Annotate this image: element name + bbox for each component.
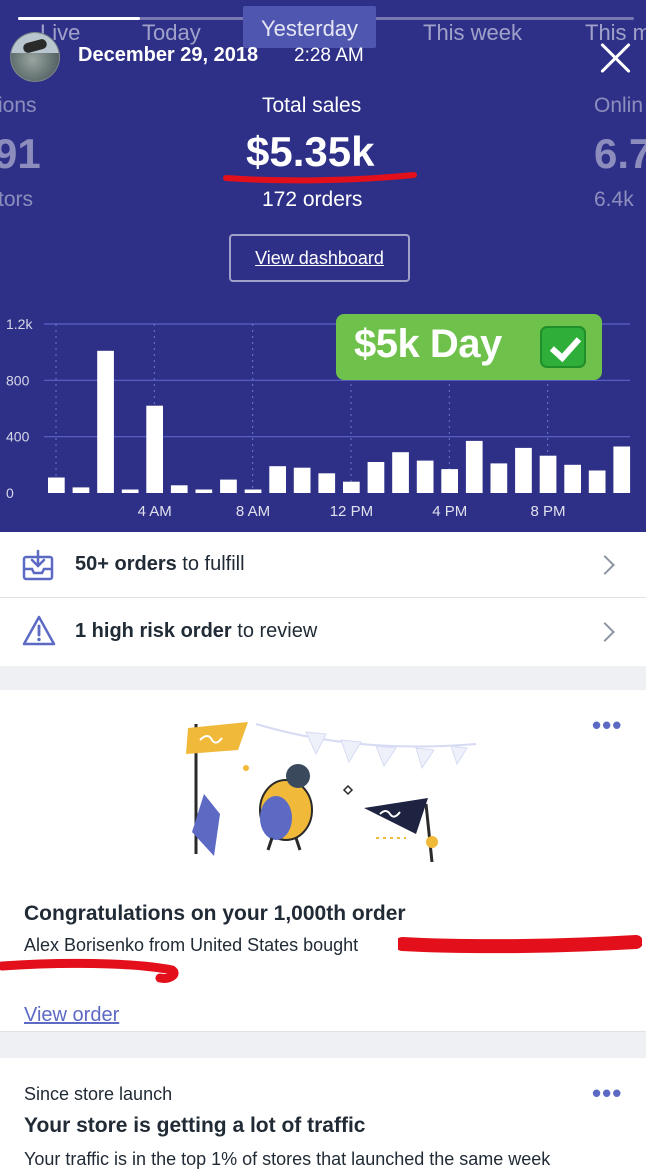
chart-bar <box>72 487 90 493</box>
total-sales-label: Total sales <box>262 94 362 117</box>
traffic-title: Your store is getting a lot of traffic <box>24 1114 366 1137</box>
red-redaction-mark <box>0 958 179 983</box>
total-sales-value: $5.35k <box>246 128 375 175</box>
chart-bar <box>588 470 606 493</box>
red-redaction-mark <box>398 935 642 954</box>
chart-x-tick-label: 8 PM <box>530 503 565 520</box>
warning-triangle-icon <box>22 615 56 646</box>
chart-y-tick-label: 400 <box>6 429 30 445</box>
chart-bar <box>539 455 557 493</box>
chart-y-tick-label: 800 <box>6 372 30 388</box>
left-metric-sub: tors <box>0 188 34 211</box>
right-metric-sub: 6.4k <box>594 188 634 211</box>
chart-bar <box>416 460 434 493</box>
total-sales-orders: 172 orders <box>262 188 363 211</box>
sales-header: Live Today Yesterday This week This m De… <box>0 0 646 532</box>
celebration-illustration <box>186 722 477 863</box>
chart-y-tick-label: 0 <box>6 485 14 501</box>
more-options-icon[interactable]: ••• <box>592 1080 622 1106</box>
chart-bar <box>48 477 65 493</box>
view-order-link[interactable]: View order <box>24 1004 119 1027</box>
chart-bar <box>269 466 286 493</box>
traffic-body: Your traffic is in the top 1% of stores … <box>24 1149 551 1169</box>
chevron-right-icon <box>595 555 615 575</box>
left-metric-label: ions <box>0 94 37 117</box>
chart-bar <box>392 452 409 493</box>
milestone-title: Congratulations on your 1,000th order <box>24 902 406 925</box>
task-risk-text: 1 high risk order to review <box>75 620 318 642</box>
traffic-card: ••• Since store launch Your store is get… <box>0 1058 646 1173</box>
view-dashboard-button[interactable]: View dashboard <box>229 234 410 282</box>
more-options-icon[interactable]: ••• <box>592 712 622 738</box>
chart-x-tick-label: 4 AM <box>138 503 172 520</box>
tab-today[interactable]: Today <box>142 20 201 46</box>
close-icon[interactable] <box>596 38 636 78</box>
task-list: 50+ orders to fulfill 1 high risk order … <box>0 532 646 666</box>
chart-bar <box>97 350 114 493</box>
milestone-body: Alex Borisenko from United States bought <box>24 935 359 955</box>
tab-this-week[interactable]: This week <box>423 20 522 46</box>
chart-bar <box>465 440 483 493</box>
chart-bar <box>613 446 631 493</box>
chart-bar <box>195 489 213 493</box>
chart-bar <box>170 485 188 493</box>
chart-x-tick-label: 8 AM <box>236 503 270 520</box>
red-underline-annotation <box>223 172 417 184</box>
header-time: 2:28 AM <box>294 45 364 66</box>
task-row-risk[interactable]: 1 high risk order to review <box>0 599 646 665</box>
left-metric-value: 91 <box>0 130 41 177</box>
chart-bar <box>367 462 385 493</box>
sticker-text: $5k Day <box>354 322 502 366</box>
avatar <box>10 32 60 82</box>
chart-bar <box>515 447 532 493</box>
chart-x-tick-label: 4 PM <box>432 503 467 520</box>
chart-bar <box>146 405 163 493</box>
chart-bar <box>490 463 508 493</box>
chart-bar <box>564 464 581 493</box>
header-date: December 29, 2018 <box>78 44 259 66</box>
traffic-period-label: Since store launch <box>24 1084 173 1104</box>
chart-bar <box>318 473 336 493</box>
chevron-right-icon <box>595 622 615 642</box>
chart-x-tick-label: 12 PM <box>330 503 373 520</box>
task-row-fulfill[interactable]: 50+ orders to fulfill <box>0 532 646 598</box>
inbox-download-icon <box>22 549 54 581</box>
chart-bar <box>121 489 139 493</box>
check-mark-icon <box>540 326 586 368</box>
chart-bar <box>220 479 237 493</box>
task-fulfill-text: 50+ orders to fulfill <box>75 553 245 575</box>
chart-y-tick-label: 1.2k <box>6 316 33 332</box>
right-metric-label: Onlin <box>594 94 644 117</box>
right-metric-value: 6.7 <box>594 130 646 177</box>
chart-bar <box>293 467 311 493</box>
screen: Live Today Yesterday This week This m De… <box>0 0 646 1173</box>
chart-bar <box>343 481 360 493</box>
section-gap <box>0 666 646 690</box>
section-gap <box>0 1032 646 1058</box>
tab-yesterday[interactable]: Yesterday <box>243 6 377 48</box>
chart-bar <box>441 469 458 493</box>
chart-bar <box>244 489 262 493</box>
